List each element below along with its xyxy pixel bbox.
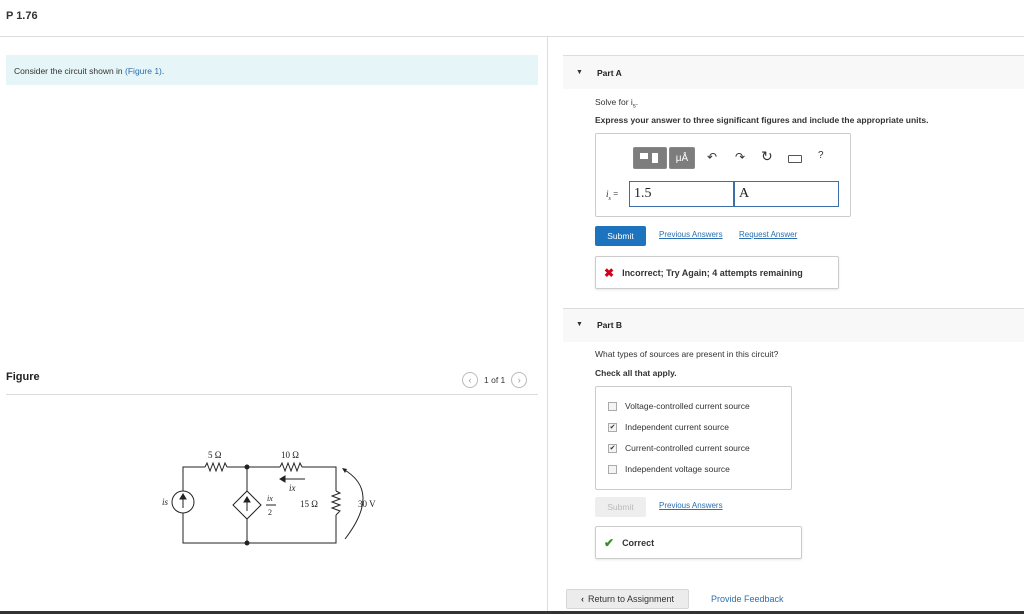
part-b-submit-button[interactable]: Submit [595, 497, 646, 517]
intro-tail: . [161, 66, 165, 76]
undo-icon[interactable]: ↶ [707, 150, 717, 164]
part-b-previous-answers-link[interactable]: Previous Answers [659, 501, 723, 510]
part-b-question: What types of sources are present in thi… [595, 349, 779, 359]
option-independent-voltage[interactable]: Independent voltage source [608, 464, 730, 474]
part-a-instruction: Express your answer to three significant… [595, 115, 929, 125]
voltage-label: 30 V [358, 499, 376, 509]
option-independent-current[interactable]: ✔ Independent current source [608, 422, 729, 432]
part-b-feedback: ✔ Correct [595, 526, 802, 559]
incorrect-x-icon: ✖ [604, 265, 615, 280]
caret-down-icon[interactable]: ▼ [576, 69, 583, 76]
prev-figure-button[interactable]: ‹ [462, 372, 478, 388]
check-icon: ✔ [604, 535, 615, 550]
dep-num-label: ix [267, 494, 273, 503]
return-label: Return to Assignment [587, 594, 675, 604]
part-a-prompt: Solve for is. [595, 97, 639, 110]
part-a-title: Part A [597, 68, 622, 78]
intro-text: Consider the circuit shown in [14, 66, 126, 76]
pager-text: 1 of 1 [484, 375, 506, 385]
var-eq: = [610, 189, 619, 199]
checkbox-unchecked[interactable] [608, 401, 617, 411]
figure-divider [6, 394, 538, 395]
prompt-sub: s [632, 103, 636, 110]
units-label: μÅ [675, 152, 689, 164]
r1-label: 5 Ω [208, 450, 222, 460]
units-button[interactable]: μÅ [669, 147, 695, 169]
template-button[interactable] [633, 147, 667, 169]
caret-down-icon[interactable]: ▼ [576, 321, 583, 328]
unit-input[interactable]: A [734, 181, 839, 207]
ix-label: ix [289, 483, 296, 493]
chevron-right-icon: › [517, 375, 521, 385]
figure-label: Figure [6, 371, 40, 383]
part-a-feedback: ✖ Incorrect; Try Again; 4 attempts remai… [595, 256, 839, 289]
next-figure-button[interactable]: › [511, 372, 528, 388]
problem-intro: Consider the circuit shown in (Figure 1)… [6, 55, 538, 85]
part-a-header[interactable] [563, 55, 1024, 89]
var-label: is = [606, 189, 618, 202]
column-divider [547, 37, 548, 614]
option-label: Current-controlled current source [625, 443, 750, 453]
checkbox-checked[interactable]: ✔ [608, 443, 617, 453]
request-answer-link[interactable]: Request Answer [739, 230, 797, 239]
part-b-feedback-text: Correct [622, 537, 655, 548]
part-a-previous-answers-link[interactable]: Previous Answers [659, 230, 723, 239]
template-icon [640, 153, 648, 159]
provide-feedback-link[interactable]: Provide Feedback [711, 594, 784, 604]
part-b-title: Part B [597, 320, 623, 330]
is-label: is [162, 497, 169, 507]
part-a-submit-button[interactable]: Submit [595, 226, 646, 246]
divider [0, 36, 1024, 37]
keyboard-icon[interactable] [788, 155, 802, 163]
part-b-instruction: Check all that apply. [595, 368, 677, 378]
r3-label: 15 Ω [300, 499, 318, 509]
figure-pager: ‹ 1 of 1 › [462, 372, 528, 388]
r2-label: 10 Ω [281, 450, 299, 460]
checkbox-unchecked[interactable] [608, 464, 617, 474]
option-label: Independent current source [625, 422, 729, 432]
option-voltage-controlled[interactable]: Voltage-controlled current source [608, 401, 750, 411]
answer-box: μÅ ↶ ↷ ↻ ? is = 1.5 A [595, 133, 851, 217]
circuit-wires [182, 461, 364, 544]
chevron-left-icon: ‹ [580, 594, 584, 604]
option-current-controlled[interactable]: ✔ Current-controlled current source [608, 443, 750, 453]
option-label: Voltage-controlled current source [625, 401, 750, 411]
circuit-diagram: 5 Ω 10 Ω 15 Ω 30 V is ix ix 2 [162, 450, 376, 546]
dep-den-label: 2 [268, 508, 272, 517]
checkbox-checked[interactable]: ✔ [608, 422, 617, 432]
template-icon-b [652, 153, 658, 163]
chevron-left-icon: ‹ [468, 375, 472, 385]
prompt-text: Solve for i [595, 97, 633, 107]
redo-icon[interactable]: ↷ [735, 150, 745, 164]
value-input[interactable]: 1.5 [629, 181, 734, 207]
return-to-assignment-button[interactable]: ‹ Return to Assignment [566, 589, 689, 609]
page-title: P 1.76 [6, 10, 38, 22]
reset-icon[interactable]: ↻ [761, 148, 773, 165]
figure-link[interactable]: (Figure 1) [125, 66, 162, 76]
part-b-header[interactable] [563, 308, 1024, 342]
source-options: Voltage-controlled current source ✔ Inde… [595, 386, 792, 490]
option-label: Independent voltage source [625, 464, 730, 474]
part-a-feedback-text: Incorrect; Try Again; 4 attempts remaini… [622, 267, 803, 278]
help-icon[interactable]: ? [818, 150, 824, 161]
